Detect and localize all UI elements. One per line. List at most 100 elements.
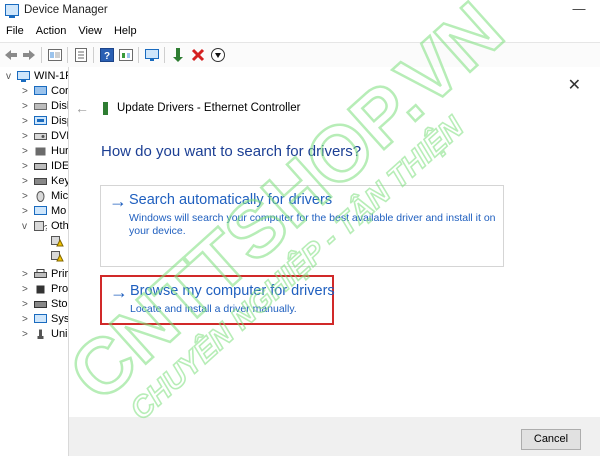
tree-item[interactable]: > Pro xyxy=(0,283,70,297)
usb-icon xyxy=(37,329,44,339)
tree-item[interactable]: > DVI xyxy=(0,130,70,144)
tree-item[interactable]: > Hur xyxy=(0,145,70,159)
tree-item-label: Disl xyxy=(51,100,68,112)
chevron-right-icon[interactable]: > xyxy=(22,176,28,187)
chevron-down-icon[interactable]: v xyxy=(6,71,11,82)
tree-root-label: WIN-1F xyxy=(34,70,68,82)
tree-item[interactable]: > Cor xyxy=(0,85,70,99)
storage-controller-icon xyxy=(34,301,47,308)
display-adapter-icon xyxy=(34,116,47,125)
network-adapter-icon xyxy=(103,102,108,115)
update-driver-icon[interactable] xyxy=(118,47,134,63)
enable-device-icon[interactable] xyxy=(170,47,186,63)
other-devices-icon: ? xyxy=(34,221,47,232)
tree-item[interactable]: > Sto xyxy=(0,298,70,312)
tree-item-label: Key xyxy=(51,175,68,187)
system-devices-icon xyxy=(34,314,47,323)
toolbar: ? xyxy=(0,42,600,68)
browse-computer-option[interactable]: → Browse my computer for drivers Locate … xyxy=(100,275,335,325)
title-bar: Device Manager — xyxy=(0,0,600,22)
tree-item[interactable]: > Mic xyxy=(0,190,70,204)
tree-item-label: Hur xyxy=(51,145,68,157)
chevron-right-icon[interactable]: > xyxy=(22,86,28,97)
back-arrow-icon[interactable] xyxy=(3,47,19,63)
dialog-footer: Cancel xyxy=(69,417,600,456)
tree-item[interactable]: > Mo xyxy=(0,205,70,219)
tree-item[interactable]: > Disl xyxy=(0,100,70,114)
close-icon[interactable]: ✕ xyxy=(568,75,581,95)
option-description: Locate and install a driver manually. xyxy=(130,303,297,315)
tree-root[interactable]: v WIN-1F xyxy=(0,70,70,84)
option-title: Search automatically for drivers xyxy=(129,192,333,208)
chevron-right-icon[interactable]: > xyxy=(22,116,28,127)
tree-item[interactable]: > Disp xyxy=(0,115,70,129)
hid-icon xyxy=(35,147,46,156)
keyboard-icon xyxy=(34,178,47,185)
device-tree: v WIN-1F > Cor > Disl > Disp > DVI > Hur… xyxy=(0,67,70,456)
search-automatically-option[interactable]: → Search automatically for drivers Windo… xyxy=(100,185,504,267)
tree-item[interactable]: > Prir xyxy=(0,268,70,282)
cancel-button[interactable]: Cancel xyxy=(521,429,581,450)
menu-bar: File Action View Help xyxy=(0,22,600,42)
help-icon[interactable]: ? xyxy=(99,47,115,63)
tree-item-label: Cor xyxy=(51,85,68,97)
disk-drive-icon xyxy=(34,103,47,110)
chevron-right-icon[interactable]: > xyxy=(22,284,28,295)
chevron-right-icon[interactable]: > xyxy=(22,191,28,202)
computer-icon xyxy=(17,71,30,82)
download-icon[interactable] xyxy=(210,47,226,63)
scan-hardware-icon[interactable] xyxy=(144,47,160,63)
chevron-right-icon[interactable]: > xyxy=(22,161,28,172)
dvd-drive-icon xyxy=(34,133,47,140)
monitor-icon xyxy=(34,86,47,95)
tree-item[interactable] xyxy=(0,250,70,264)
tree-item-label: Sys xyxy=(51,313,68,325)
properties-icon[interactable] xyxy=(73,47,89,63)
minimize-button[interactable]: — xyxy=(568,2,590,18)
svg-text:?: ? xyxy=(104,51,110,62)
chevron-right-icon[interactable]: > xyxy=(22,146,28,157)
ide-controller-icon xyxy=(34,163,47,170)
tree-item-label: IDE xyxy=(51,160,68,172)
tree-item[interactable] xyxy=(0,235,70,249)
tree-item-label: Disp xyxy=(51,115,68,127)
menu-file[interactable]: File xyxy=(0,22,30,42)
tree-item[interactable]: > Uni xyxy=(0,328,70,342)
grid-view-icon[interactable] xyxy=(47,47,63,63)
menu-view[interactable]: View xyxy=(72,22,108,42)
chevron-down-icon[interactable]: v xyxy=(22,221,27,232)
chevron-right-icon[interactable]: > xyxy=(22,329,28,340)
tree-item-label: Uni xyxy=(51,328,68,340)
svg-text:?: ? xyxy=(44,224,47,232)
tree-item[interactable]: > Key xyxy=(0,175,70,189)
window-title: Device Manager xyxy=(24,4,108,16)
arrow-right-icon: → xyxy=(110,282,128,302)
chevron-right-icon[interactable]: > xyxy=(22,314,28,325)
processor-icon xyxy=(36,285,45,294)
tree-item-label: Pro xyxy=(51,283,68,295)
chevron-right-icon[interactable]: > xyxy=(22,299,28,310)
tree-item-label: Mo xyxy=(51,205,67,217)
forward-arrow-icon[interactable] xyxy=(21,47,37,63)
uninstall-device-icon[interactable] xyxy=(190,47,206,63)
printer-icon xyxy=(34,269,47,278)
tree-item-label: DVI xyxy=(51,130,68,142)
tree-item[interactable]: > Sys xyxy=(0,313,70,327)
warning-device-icon xyxy=(51,251,64,262)
chevron-right-icon[interactable]: > xyxy=(22,269,28,280)
menu-help[interactable]: Help xyxy=(108,22,143,42)
chevron-right-icon[interactable]: > xyxy=(22,131,28,142)
tree-item[interactable]: v ? Oth xyxy=(0,220,70,234)
chevron-right-icon[interactable]: > xyxy=(22,101,28,112)
warning-device-icon xyxy=(51,236,64,247)
back-arrow-icon[interactable]: ← xyxy=(75,100,89,116)
mouse-icon xyxy=(36,191,45,202)
tree-item[interactable]: > IDE xyxy=(0,160,70,174)
arrow-right-icon: → xyxy=(109,191,127,211)
dialog-title: Update Drivers - Ethernet Controller xyxy=(117,102,301,114)
monitor-icon xyxy=(34,206,47,215)
update-drivers-dialog: ✕ ← Update Drivers - Ethernet Controller… xyxy=(68,67,600,456)
menu-action[interactable]: Action xyxy=(30,22,73,42)
option-title: Browse my computer for drivers xyxy=(130,283,335,299)
chevron-right-icon[interactable]: > xyxy=(22,206,28,217)
